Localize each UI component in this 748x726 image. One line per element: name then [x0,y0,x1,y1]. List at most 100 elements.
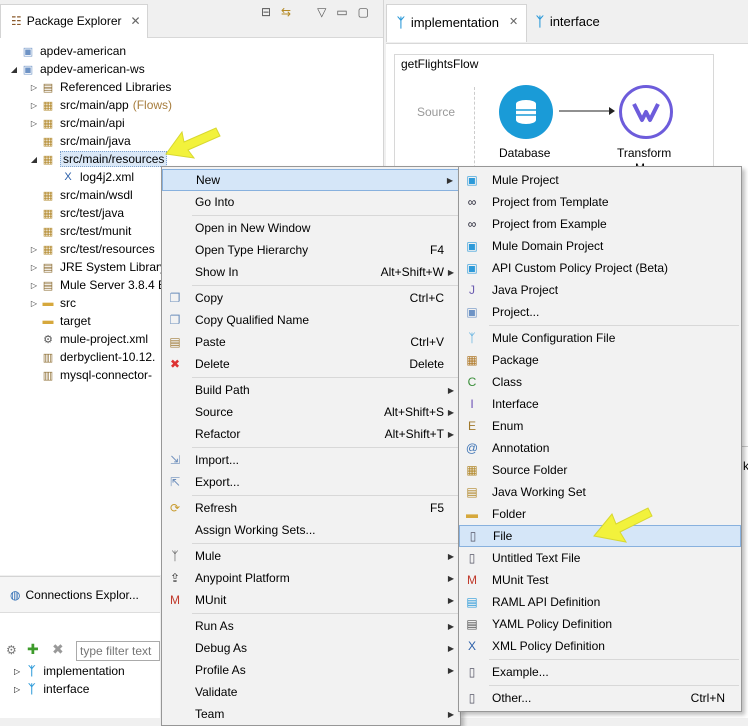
tree-item[interactable]: ▷ ▦ src/main/app (Flows) [28,96,172,114]
menu-item-import[interactable]: ⇲ Import... [162,449,460,471]
menu-item-package[interactable]: ▦ Package [459,349,741,371]
expand-icon[interactable]: ▷ [28,299,40,308]
menu-item-validate[interactable]: Validate [162,681,460,703]
menu-item-java-working-set[interactable]: ▤ Java Working Set [459,481,741,503]
filter-input[interactable] [76,641,160,661]
tree-item[interactable]: ▷ ▤ Mule Server 3.8.4 E [28,276,166,294]
menu-item-go-into[interactable]: Go Into [162,191,460,213]
menu-item-project-from-template[interactable]: ∞ Project from Template [459,191,741,213]
expand-icon[interactable]: ▷ [28,119,40,128]
menu-item-mule-domain-project[interactable]: ▣ Mule Domain Project [459,235,741,257]
tree-item[interactable]: ▣ apdev-american [8,42,126,60]
menu-item-debug-as[interactable]: Debug As ▶ [162,637,460,659]
menu-item-source[interactable]: Source Alt+Shift+S ▶ [162,401,460,423]
tree-item[interactable]: ▷ ▦ src/test/resources [28,240,155,258]
menu-item-project-from-example[interactable]: ∞ Project from Example [459,213,741,235]
view-menu-icon[interactable]: ▽ [317,5,326,19]
menu-item-api-custom-policy-project-beta[interactable]: ▣ API Custom Policy Project (Beta) [459,257,741,279]
menu-item-example[interactable]: ▯ Example... [459,661,741,683]
maximize-icon[interactable]: ▢ [358,5,369,19]
menu-item-copy[interactable]: ❐ Copy Ctrl+C [162,287,460,309]
menu-item-raml-api-definition[interactable]: ▤ RAML API Definition [459,591,741,613]
close-icon[interactable]: ✕ [509,15,518,42]
menu-item-untitled-text-file[interactable]: ▯ Untitled Text File [459,547,741,569]
tree-item[interactable]: ▷ ▤ Referenced Libraries [28,78,171,96]
expand-icon[interactable]: ▷ [28,263,40,272]
tree-item[interactable]: Xlog4j2.xml [48,168,134,186]
tree-item[interactable]: ▦ src/test/java [28,204,124,222]
remove-icon[interactable]: ✖ [52,641,64,658]
menu-item-annotation[interactable]: @ Annotation [459,437,741,459]
menu-item-new[interactable]: New ▶ [162,169,460,191]
menu-item-assign-working-sets[interactable]: Assign Working Sets... [162,519,460,541]
settings-icon[interactable]: ⚙ [6,643,17,657]
menu-item-label: Refactor [195,427,241,441]
menu-separator [192,285,458,286]
connection-item[interactable]: ▷ ᛉ interface [14,682,89,696]
menu-item-enum[interactable]: E Enum [459,415,741,437]
minimize-icon[interactable]: ▭ [336,5,347,19]
menu-item-mule[interactable]: ᛉ Mule ▶ [162,545,460,567]
menu-item-open-type-hierarchy[interactable]: Open Type Hierarchy F4 [162,239,460,261]
transform-node[interactable] [619,85,673,139]
tree-item[interactable]: ▦ src/main/java [28,132,131,150]
tree-item[interactable]: ▷ ▤ JRE System Library [28,258,166,276]
menu-item-build-path[interactable]: Build Path ▶ [162,379,460,401]
menu-item-yaml-policy-definition[interactable]: ▤ YAML Policy Definition [459,613,741,635]
tree-item[interactable]: ▦ src/main/wsdl [28,186,133,204]
tree-item[interactable]: ◢ ▣ apdev-american-ws [8,60,145,78]
expand-icon[interactable]: ◢ [28,155,40,164]
expand-icon[interactable]: ▷ [14,685,20,694]
tree-item[interactable]: ▷ ▦ src/main/api [28,114,125,132]
menu-item-interface[interactable]: I Interface [459,393,741,415]
menu-item-munit-test[interactable]: M MUnit Test [459,569,741,591]
menu-item-copy-qualified-name[interactable]: ❐ Copy Qualified Name [162,309,460,331]
menu-item-open-in-new-window[interactable]: Open in New Window [162,217,460,239]
tree-item[interactable]: ▥ derbyclient-10.12. [28,348,156,366]
menu-item-anypoint-platform[interactable]: ⇪ Anypoint Platform ▶ [162,567,460,589]
menu-item-delete[interactable]: ✖ Delete Delete [162,353,460,375]
package-explorer-tab[interactable]: ☷ Package Explorer ✕ [0,4,148,38]
expand-icon[interactable]: ◢ [8,65,20,74]
expand-icon[interactable]: ▷ [14,667,20,676]
menu-item-export[interactable]: ⇱ Export... [162,471,460,493]
menu-item-mule-configuration-file[interactable]: ᛉ Mule Configuration File [459,327,741,349]
expand-icon[interactable]: ▷ [28,101,40,110]
tab-implementation[interactable]: ᛉ implementation ✕ [386,4,528,42]
menu-item-refactor[interactable]: Refactor Alt+Shift+T ▶ [162,423,460,445]
menu-item-source-folder[interactable]: ▦ Source Folder [459,459,741,481]
tree-item-label: src [60,296,76,310]
connections-explorer-panel: ◍ Connections Explor... ⚙ ✚ ✖ ▷ ᛉ implem… [0,576,160,718]
menu-item-team[interactable]: Team ▶ [162,703,460,725]
add-icon[interactable]: ✚ [27,641,39,658]
link-editor-icon[interactable]: ⇆ [281,5,291,19]
connections-explorer-tab[interactable]: ◍ Connections Explor... [0,577,160,613]
expand-icon[interactable]: ▷ [28,83,40,92]
menu-item-show-in[interactable]: Show In Alt+Shift+W ▶ [162,261,460,283]
tree-item[interactable]: ▥ mysql-connector- [28,366,152,384]
tree-item[interactable]: ◢ ▦ src/main/resources [28,150,168,168]
expand-icon[interactable]: ▷ [28,245,40,254]
close-icon[interactable]: ✕ [130,14,140,38]
menu-item-paste[interactable]: ▤ Paste Ctrl+V [162,331,460,353]
menu-item-class[interactable]: C Class [459,371,741,393]
tree-item[interactable]: ▷ ▬ src [28,294,76,312]
database-node[interactable] [499,85,553,139]
menu-item-mule-project[interactable]: ▣ Mule Project [459,169,741,191]
tab-interface[interactable]: ᛉ interface [526,4,608,42]
menu-item-other[interactable]: ▯ Other... Ctrl+N [459,687,741,709]
menu-item-java-project[interactable]: J Java Project [459,279,741,301]
collapse-all-icon[interactable]: ⊟ [261,5,271,19]
menu-item-run-as[interactable]: Run As ▶ [162,615,460,637]
menu-item-xml-policy-definition[interactable]: X XML Policy Definition [459,635,741,657]
package-folder-icon: ▦ [42,225,54,238]
tree-item[interactable]: ⚙ mule-project.xml [28,330,148,348]
menu-item-profile-as[interactable]: Profile As ▶ [162,659,460,681]
tree-item[interactable]: ▦ src/test/munit [28,222,132,240]
menu-item-munit[interactable]: M MUnit ▶ [162,589,460,611]
expand-icon[interactable]: ▷ [28,281,40,290]
menu-item-project[interactable]: ▣ Project... [459,301,741,323]
tree-item[interactable]: ▬ target [28,312,91,330]
connection-item[interactable]: ▷ ᛉ implementation [14,664,125,678]
menu-item-refresh[interactable]: ⟳ Refresh F5 [162,497,460,519]
